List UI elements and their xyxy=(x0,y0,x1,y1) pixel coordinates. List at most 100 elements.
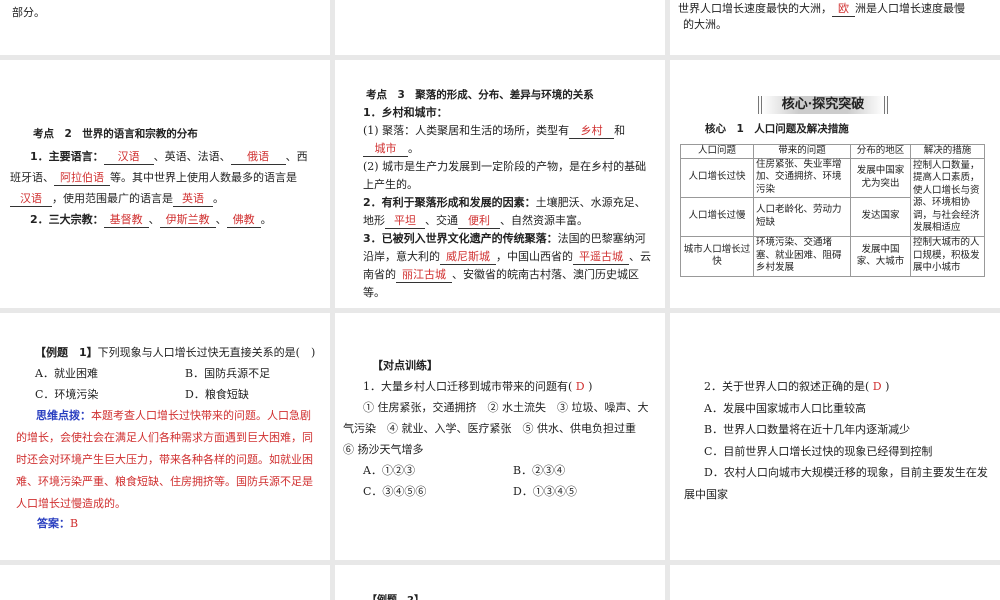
slide-bottom-right[interactable] xyxy=(670,565,1000,600)
section-label: 【对点训练】 xyxy=(372,359,438,372)
text-block: 世界人口增长速度最快的大洲，欧洲是人口增长速度最慢 的大洲。 xyxy=(678,1,996,33)
table-cell: 人口增长过慢 xyxy=(680,196,754,237)
text: 世界人口增长速度最快的大洲， xyxy=(678,2,832,15)
settlement-paragraph: 1．乡村和城市： (1) 聚落：人类聚居和生活的场所，类型有 乡村 和城市。 (2)… xyxy=(343,104,655,302)
answer-blank: 平坦 xyxy=(385,214,425,229)
section-heading: 考点 2 世界的语言和宗教的分布 xyxy=(33,128,198,140)
question-text: 下列现象与人口增长过快无直接关系的是( ) xyxy=(97,346,316,359)
text: 洲是人口增长速度最慢 xyxy=(855,2,965,15)
slide-practice-2[interactable]: 2．关于世界人口的叙述正确的是( D ) A．发展中国家城市人口比重较高 B．世… xyxy=(670,313,1000,560)
text: 的大洲。 xyxy=(683,18,727,31)
text: ) xyxy=(588,380,593,393)
section-heading: 考点 3 聚落的形成、分布、差异与环境的关系 xyxy=(366,89,594,101)
subheading: 1．乡村和城市： xyxy=(363,106,448,119)
answer: 答案：B xyxy=(37,513,78,534)
text: (2) 城市是生产力发展到一定阶段的产物，是在乡村的基础上产生的。 xyxy=(363,160,647,191)
column-header: 带来的问题 xyxy=(753,144,851,159)
text: 、 xyxy=(148,213,160,226)
answer-blank: 威尼斯城 xyxy=(440,250,496,265)
slide-example-1[interactable]: 【例题 1】下列现象与人口增长过快无直接关系的是( ) A．就业困难 B．国防兵源… xyxy=(0,313,330,560)
question: 【例题 1】下列现象与人口增长过快无直接关系的是( ) xyxy=(35,342,325,363)
table-cell: 控制大城市的人口规模，积极发展中小城市 xyxy=(910,235,985,277)
text: 。 xyxy=(408,142,419,155)
option-b: B．国防兵源不足 xyxy=(185,367,271,380)
text: 班牙语、 xyxy=(10,171,54,184)
text: 和 xyxy=(614,124,626,137)
text: 、英语、法语、 xyxy=(153,150,231,163)
text: ，中国山西省的 xyxy=(496,250,573,263)
table-cell: 发达国家 xyxy=(850,196,911,237)
section-heading: 核心 1 人口问题及解决措施 xyxy=(705,123,849,135)
answer-blank: 欧 xyxy=(832,2,855,17)
table-cell: 发展中国家尤为突出 xyxy=(850,157,911,198)
table-cell: 人口增长过快 xyxy=(680,157,754,198)
slide-bottom-left[interactable] xyxy=(0,565,330,600)
option-d: D．①③④⑤ xyxy=(513,485,577,498)
label: 1．主要语言： xyxy=(30,150,104,163)
table-cell: 环境污染、交通堵塞、就业困难、阻碍乡村发展 xyxy=(753,235,851,277)
answer-blank: 俄语 xyxy=(230,150,286,165)
column-header: 人口问题 xyxy=(680,144,754,159)
slide-bottom-middle[interactable]: 【例题 2】 xyxy=(335,565,665,600)
answer-blank: 英语 xyxy=(173,192,213,207)
label: 【例题 1】 xyxy=(35,346,98,359)
option-b: B．②③④ xyxy=(513,464,566,477)
text: ) xyxy=(885,380,890,393)
table-cell: 控制人口数量，提高人口素质，使人口增长与资源、环境相协调，与社会经济发展相适应 xyxy=(910,157,985,237)
answer-value: D xyxy=(575,380,585,393)
answer-blank: 乡村 xyxy=(569,124,615,139)
text: 、 xyxy=(215,213,227,226)
label: 2．三大宗教： xyxy=(30,213,104,226)
option-b: B．世界人口数量将在近十几年内逐渐减少 xyxy=(704,423,911,436)
column-header: 分布的地区 xyxy=(850,144,911,159)
option-c: C．③④⑤⑥ xyxy=(363,485,427,498)
answer-blank: 汉语 xyxy=(10,192,52,207)
language-paragraph: 1．主要语言： 汉语 、英语、法语、 俄语 、西 班牙语、 阿拉伯语 等。其中世界上使用人数… xyxy=(10,146,325,230)
slide-top-right[interactable]: 世界人口增长速度最快的大洲，欧洲是人口增长速度最慢 的大洲。 xyxy=(670,0,1000,55)
answer-blank: 佛教 xyxy=(226,213,261,228)
answer-blank: 阿拉伯语 xyxy=(54,171,110,186)
option-c: C．环境污染 xyxy=(35,388,99,401)
table-header: 人口问题 带来的问题 分布的地区 解决的措施 xyxy=(680,144,985,159)
table-cell: 人口老龄化、劳动力短缺 xyxy=(753,196,851,237)
answer-blank: 便利 xyxy=(458,214,500,229)
table-cell: 城市人口增长过快 xyxy=(680,235,754,277)
slide-language-religion[interactable]: 考点 2 世界的语言和宗教的分布 1．主要语言： 汉语 、英语、法语、 俄语 、西 班牙… xyxy=(0,60,330,308)
text: 。 xyxy=(213,192,224,205)
text: 、西 xyxy=(285,150,308,163)
slide-practice-1[interactable]: 【对点训练】 1．大量乡村人口迁移到城市带来的问题有( D ) ① 住房紧张，交… xyxy=(335,313,665,560)
text: 等。其中世界上使用人数最多的语言是 xyxy=(110,171,297,184)
slide-top-left[interactable]: 部分。 xyxy=(0,0,330,55)
section-banner: 核心·探究突破 xyxy=(758,96,888,114)
answer-label: 答案： xyxy=(37,517,70,530)
question-text: 2．关于世界人口的叙述正确的是( xyxy=(704,380,870,393)
text: ，使用范围最广的语言是 xyxy=(52,192,173,205)
option-a: A．就业困难 xyxy=(35,367,98,380)
option-c: C．目前世界人口增长过快的现象已经得到控制 xyxy=(704,444,933,458)
subheading: 2．有利于聚落形成和发展的因素： xyxy=(363,196,536,209)
choice-items: ① 住房紧张，交通拥挤 ② 水土流失 ③ 垃圾、噪声、大气污染 ④ 就业、入学、… xyxy=(343,401,649,456)
table-row: 城市人口增长过快 环境污染、交通堵塞、就业困难、阻碍乡村发展 发展中国家、大城市… xyxy=(680,235,985,277)
question-label: 【例题 2】 xyxy=(367,590,424,600)
answer-blank: 伊斯兰教 xyxy=(159,213,216,228)
option-a: A．①②③ xyxy=(363,464,415,477)
slide-top-middle[interactable] xyxy=(335,0,665,55)
subheading: 3．已被列入世界文化遗产的传统聚落： xyxy=(363,232,558,245)
text: (1) 聚落：人类聚居和生活的场所，类型有 xyxy=(363,124,570,137)
answer-blank: 平遥古城 xyxy=(573,250,629,265)
answer-value: B xyxy=(70,517,79,530)
table-row: 人口增长过快 住房紧张、失业率增加、交通拥挤、环境污染 发展中国家尤为突出 控制… xyxy=(680,157,985,237)
text: 、自然资源丰富。 xyxy=(500,214,588,227)
option-d: D．粮食短缺 xyxy=(185,388,249,401)
text: 部分。 xyxy=(12,6,45,19)
slide-core-population[interactable]: 核心·探究突破 核心 1 人口问题及解决措施 人口问题 带来的问题 分布的地区 … xyxy=(670,60,1000,308)
answer-blank: 汉语 xyxy=(103,150,154,165)
hint: 思维点拨：本题考查人口增长过快带来的问题。人口急剧的增长，会使社会在满足人们各种… xyxy=(16,405,316,515)
column-header: 解决的措施 xyxy=(910,144,985,159)
question: 1．大量乡村人口迁移到城市带来的问题有( D ) ① 住房紧张，交通拥挤 ② 水… xyxy=(343,376,657,502)
option-a: A．发展中国家城市人口比重较高 xyxy=(704,401,866,415)
text: 、交通 xyxy=(425,214,458,227)
slide-settlements[interactable]: 考点 3 聚落的形成、分布、差异与环境的关系 1．乡村和城市： (1) 聚落：人… xyxy=(335,60,665,308)
table-cell: 发展中国家、大城市 xyxy=(850,235,911,277)
answer-blank: 丽江古城 xyxy=(396,268,452,283)
